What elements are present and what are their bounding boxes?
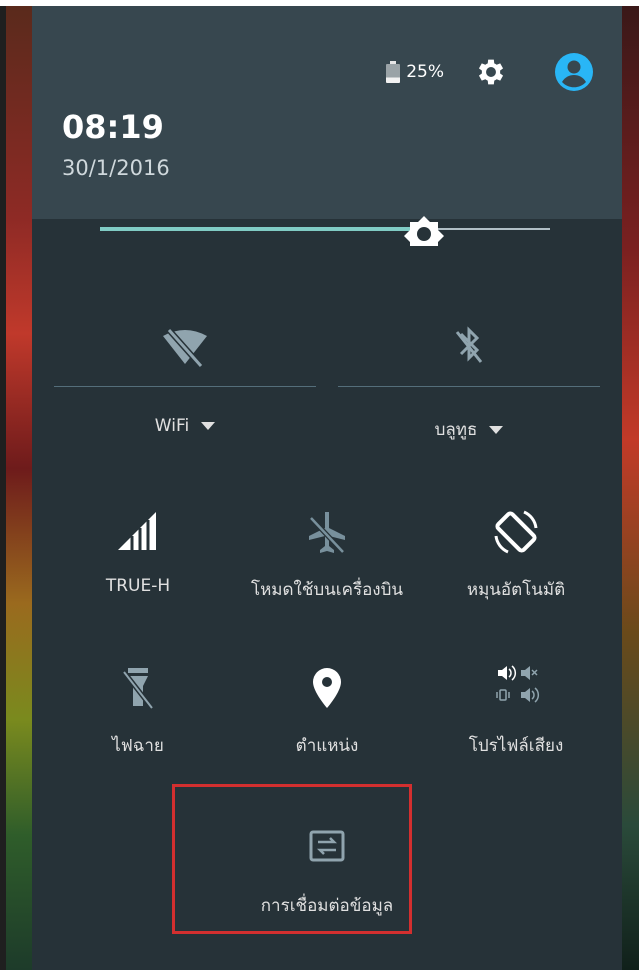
- brightness-thumb-icon[interactable]: [404, 216, 444, 246]
- account-icon[interactable]: [554, 52, 594, 92]
- highlight-box: [172, 784, 412, 934]
- quick-settings-header: 25% 08:19 30/1/2016: [32, 6, 622, 219]
- tile-label: TRUE-H: [105, 576, 171, 596]
- wifi-label-row[interactable]: WiFi: [54, 416, 316, 436]
- tile-sound-profile[interactable]: โปรไฟล์เสียง: [418, 662, 614, 772]
- tile-label: โปรไฟล์เสียง: [468, 736, 564, 756]
- brightness-slider[interactable]: [100, 216, 550, 246]
- wallpaper-left-edge: [6, 6, 32, 970]
- tile-label: โหมดใช้บนเครื่องบิน: [250, 580, 404, 600]
- wifi-divider: [54, 386, 316, 387]
- tile-location[interactable]: ตำแหน่ง: [229, 662, 425, 772]
- location-icon: [313, 668, 341, 708]
- bluetooth-off-icon: [455, 326, 483, 363]
- bluetooth-divider: [338, 386, 600, 387]
- bluetooth-label: บลูทูธ: [434, 420, 478, 440]
- tile-airplane-mode[interactable]: โหมดใช้บนเครื่องบิน: [229, 506, 425, 616]
- tile-label: ตำแหน่ง: [295, 736, 359, 756]
- bluetooth-label-row[interactable]: บลูทูธ: [338, 416, 600, 443]
- tile-auto-rotate[interactable]: หมุนอัตโนมัติ: [418, 506, 614, 616]
- cellular-signal-icon: [118, 512, 156, 550]
- wallpaper-right-edge: [622, 6, 639, 970]
- tile-flashlight[interactable]: ไฟฉาย: [40, 662, 236, 772]
- tile-label: ไฟฉาย: [112, 736, 164, 756]
- gear-icon[interactable]: [474, 55, 508, 89]
- bluetooth-toggle[interactable]: บลูทูธ: [338, 306, 600, 456]
- battery-icon: [386, 61, 401, 83]
- clock-date: 30/1/2016: [62, 156, 170, 180]
- clock-time: 08:19: [62, 108, 164, 146]
- wifi-label: WiFi: [154, 416, 190, 436]
- tile-label: หมุนอัตโนมัติ: [466, 580, 566, 600]
- status-area: 25%: [386, 52, 594, 92]
- airplane-off-icon: [309, 512, 345, 554]
- wifi-toggle[interactable]: WiFi: [54, 306, 316, 456]
- wifi-off-icon: [163, 328, 207, 368]
- auto-rotate-icon: [494, 510, 538, 554]
- chevron-down-icon[interactable]: [489, 426, 504, 434]
- flashlight-off-icon: [122, 668, 154, 710]
- brightness-fill: [100, 227, 424, 231]
- tile-mobile-network[interactable]: TRUE-H: [40, 506, 236, 616]
- chevron-down-icon[interactable]: [201, 422, 216, 430]
- battery-percentage: 25%: [406, 62, 444, 82]
- sound-profile-icon: [496, 665, 540, 703]
- connectivity-toggles: WiFi บลูทูธ: [32, 306, 622, 456]
